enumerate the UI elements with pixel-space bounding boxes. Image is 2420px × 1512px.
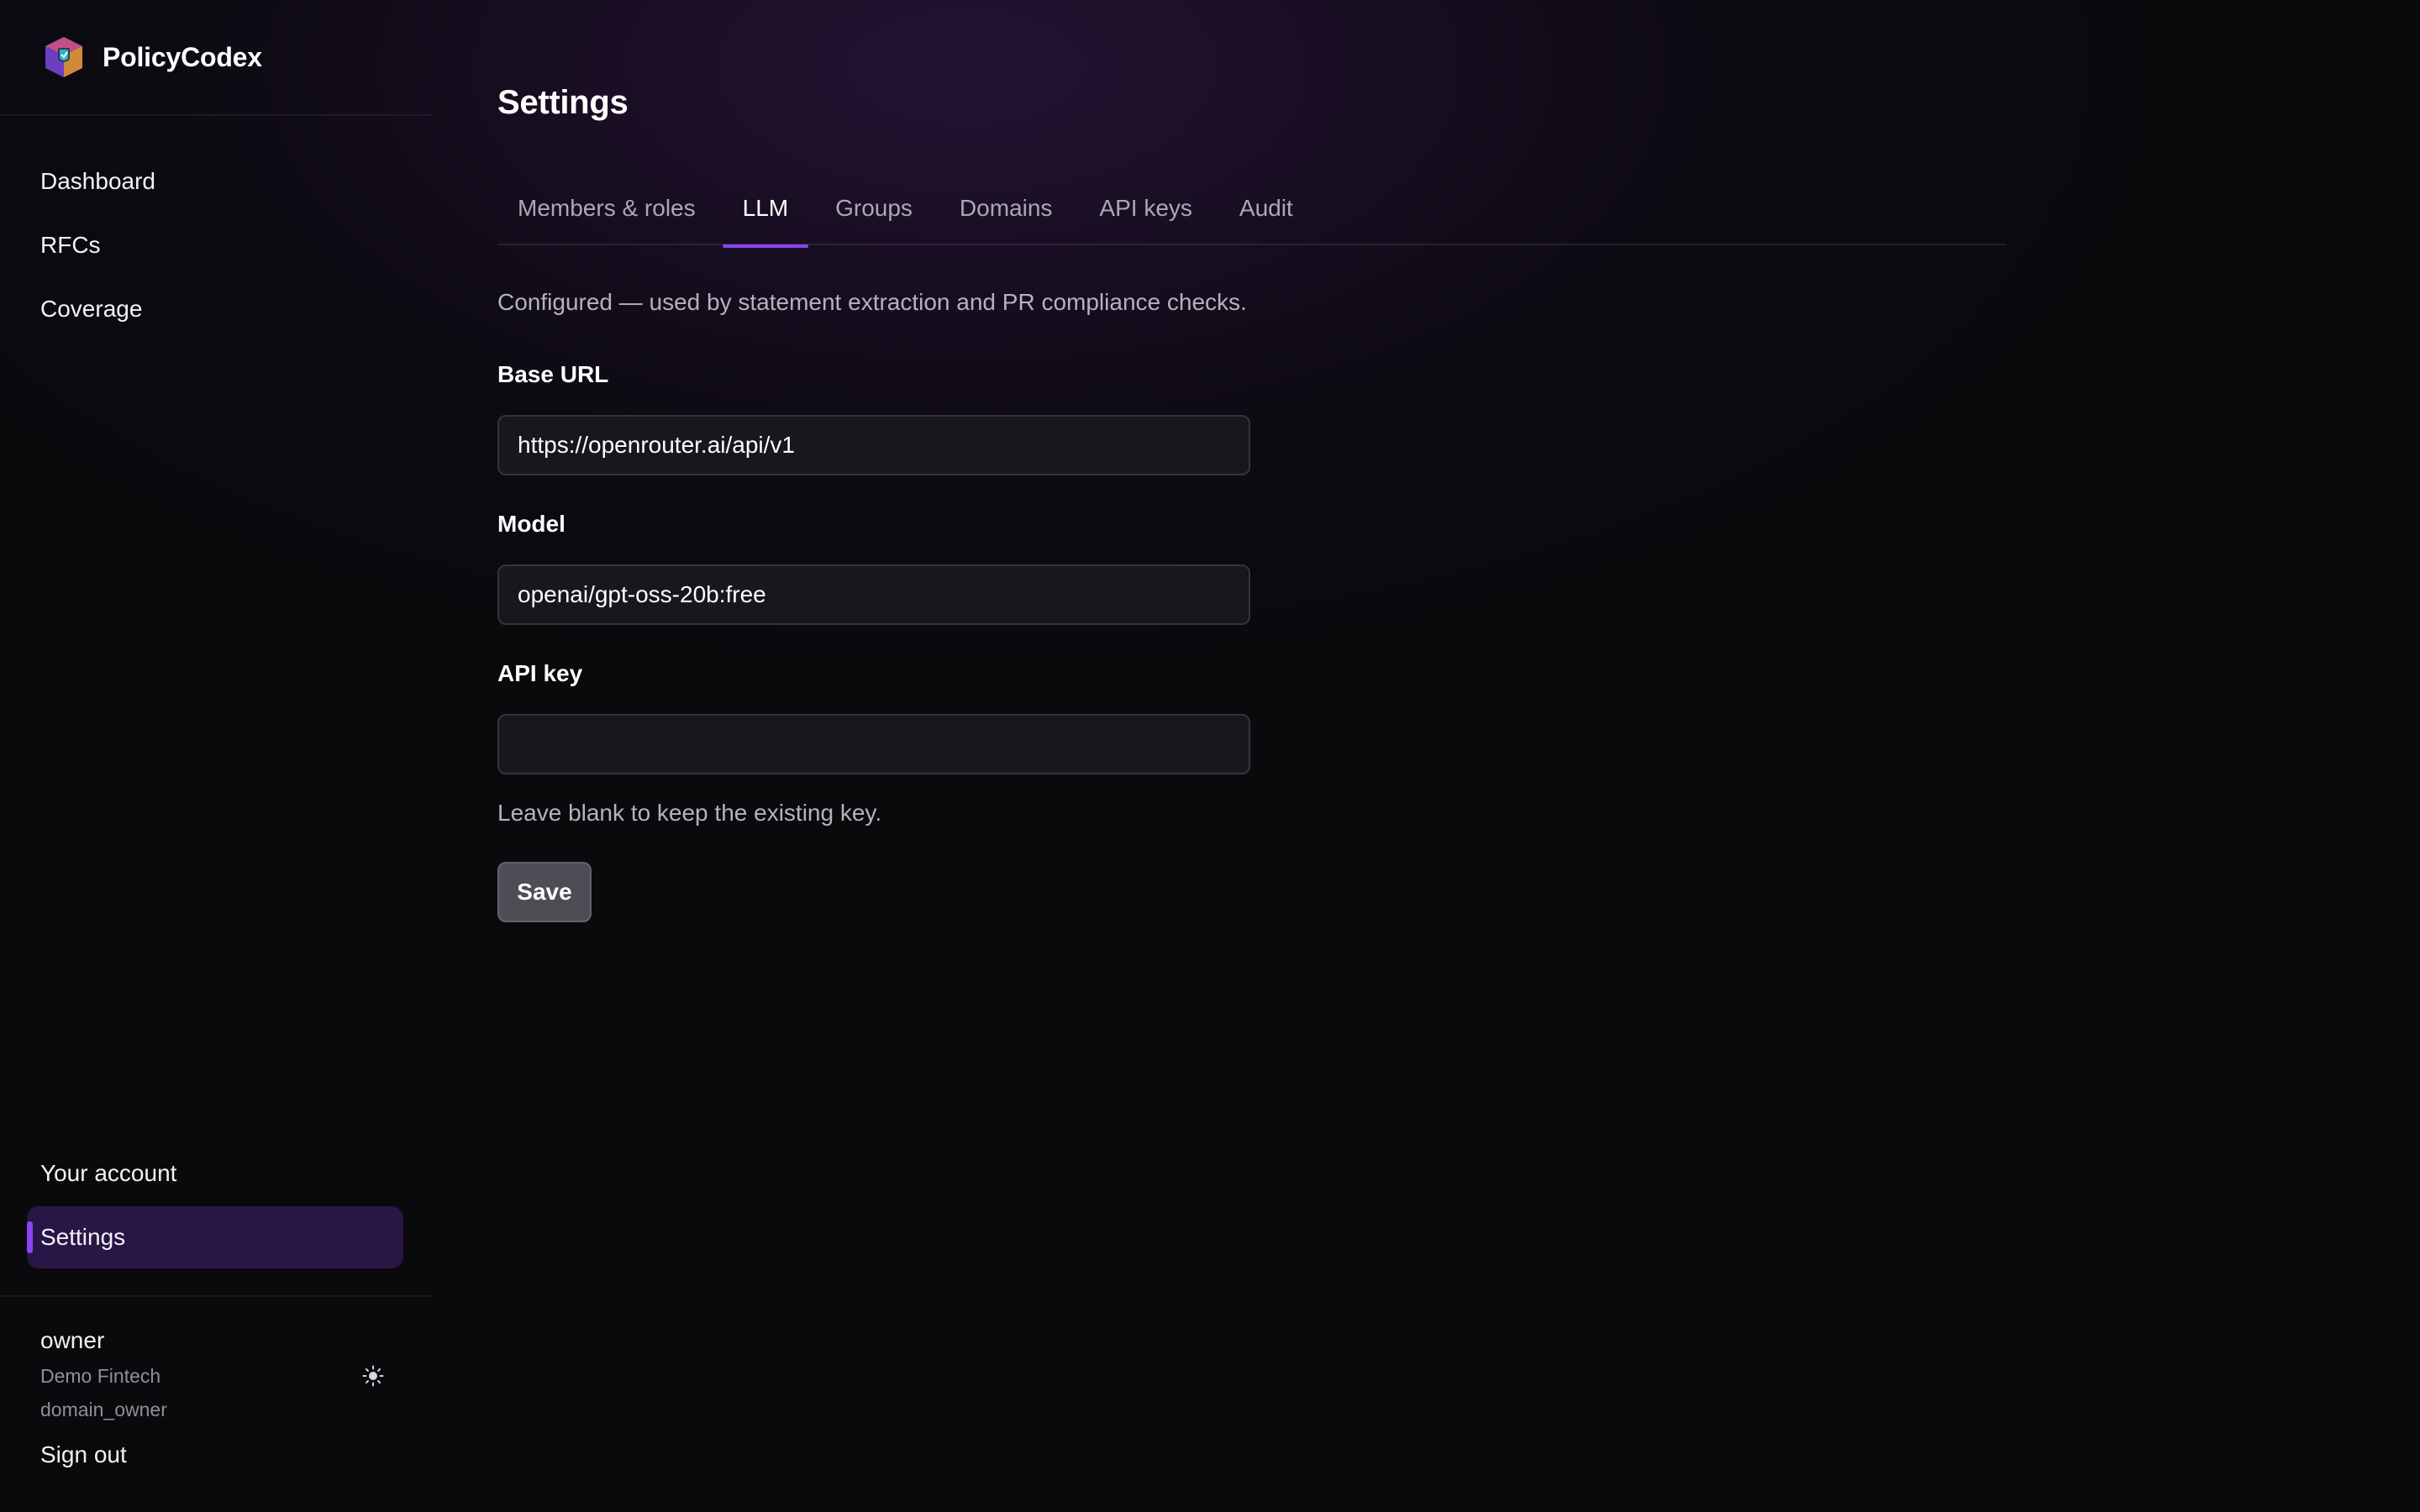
sidebar-divider-top [0, 114, 432, 116]
base-url-input[interactable] [497, 415, 1250, 475]
sidebar-divider-bottom [0, 1295, 432, 1297]
api-key-hint: Leave blank to keep the existing key. [497, 800, 882, 826]
sidebar-item-settings[interactable]: Settings [27, 1206, 403, 1268]
brand[interactable]: PolicyCodex [40, 30, 262, 84]
user-role: domain_owner [40, 1399, 167, 1420]
sidebar-item-dashboard[interactable]: Dashboard [40, 150, 155, 213]
sidebar-item-coverage[interactable]: Coverage [40, 277, 155, 341]
api-key-input[interactable] [497, 714, 1250, 774]
save-button[interactable]: Save [497, 862, 592, 922]
tab-members-roles[interactable]: Members & roles [497, 176, 716, 245]
sign-out-link[interactable]: Sign out [40, 1435, 127, 1475]
secondary-nav: Your account Settings [27, 1142, 403, 1268]
llm-status-description: Configured — used by statement extractio… [497, 289, 1247, 315]
base-url-label: Base URL [497, 361, 609, 387]
model-input[interactable] [497, 564, 1250, 625]
brand-name: PolicyCodex [103, 41, 262, 72]
settings-tabs: Members & roles LLM Groups Domains API k… [497, 176, 2007, 248]
tab-groups[interactable]: Groups [815, 176, 933, 245]
sidebar-item-your-account[interactable]: Your account [27, 1142, 403, 1205]
sun-icon [362, 1365, 384, 1387]
tab-api-keys[interactable]: API keys [1079, 176, 1212, 245]
cube-shield-logo-icon [45, 37, 82, 77]
model-label: Model [497, 511, 566, 537]
user-name: owner [40, 1327, 105, 1353]
user-info: owner Demo Fintech domain_owner [40, 1322, 393, 1426]
page-title: Settings [497, 84, 629, 121]
tab-audit[interactable]: Audit [1219, 176, 1313, 245]
tab-llm[interactable]: LLM [722, 176, 809, 248]
sidebar-item-rfcs[interactable]: RFCs [40, 213, 155, 277]
theme-toggle-button[interactable] [353, 1356, 393, 1396]
user-org: Demo Fintech [40, 1365, 161, 1387]
sidebar: PolicyCodex Dashboard RFCs Coverage Your… [0, 0, 432, 1512]
tab-domains[interactable]: Domains [939, 176, 1072, 245]
api-key-label: API key [497, 660, 583, 686]
primary-nav: Dashboard RFCs Coverage [40, 150, 155, 341]
